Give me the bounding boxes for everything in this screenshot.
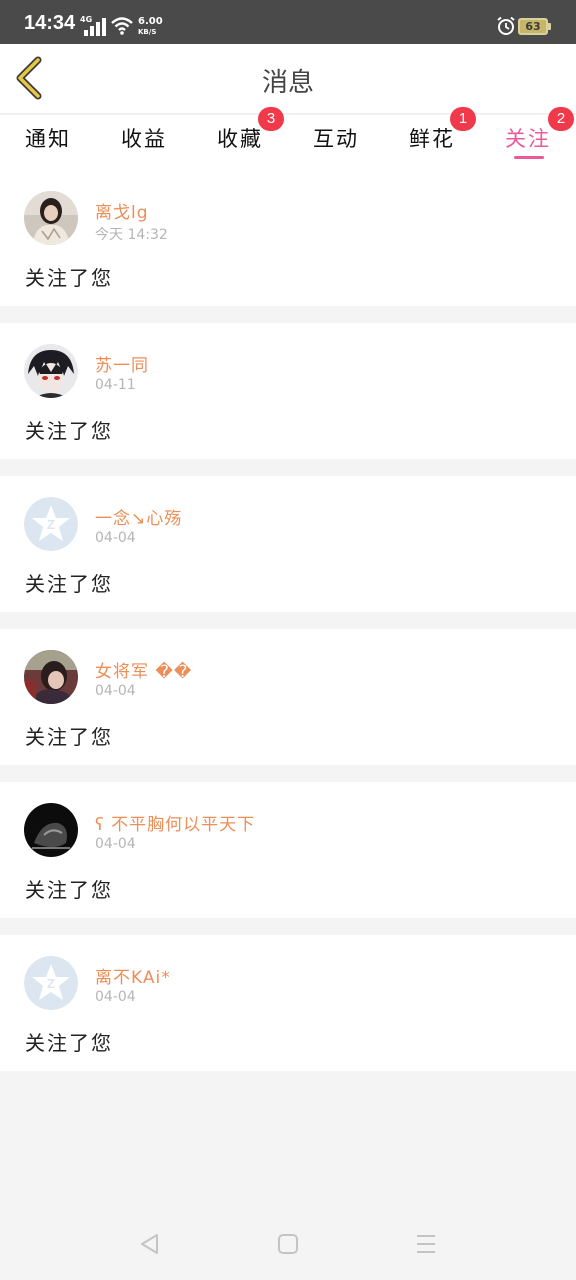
tab-interaction[interactable]: 互动 (288, 115, 384, 170)
timestamp: 04-04 (95, 836, 136, 852)
list-item[interactable]: Z 一念↘心殇 04-04 关注了您 (0, 476, 576, 612)
system-nav-bar (0, 1210, 576, 1280)
timestamp: 04-04 (95, 683, 136, 699)
unread-badge: 2 (548, 107, 574, 131)
avatar[interactable] (24, 191, 78, 245)
nav-home-button[interactable] (277, 1232, 299, 1260)
network-speed: 6.00 KB/S (138, 17, 163, 37)
square-home-icon (278, 1234, 298, 1254)
username[interactable]: ʕ 不平胸何以平天下 (95, 810, 255, 835)
timestamp: 04-04 (95, 530, 136, 546)
notification-text: 关注了您 (25, 572, 113, 596)
speed-value: 6.00 (138, 16, 163, 27)
tab-follow[interactable]: 关注 2 (480, 107, 576, 170)
menu-lines-icon (417, 1235, 435, 1253)
username[interactable]: 离不KAi* (95, 963, 171, 988)
username[interactable]: 苏一同 (95, 351, 149, 376)
wifi-icon (110, 16, 134, 40)
default-avatar-icon[interactable]: Z (24, 956, 78, 1010)
username[interactable]: 一念↘心殇 (95, 504, 182, 529)
notification-text: 关注了您 (25, 419, 113, 443)
active-tab-indicator (514, 156, 544, 159)
timestamp: 04-11 (95, 377, 136, 393)
username[interactable]: 离戈lg (95, 198, 149, 223)
list-item[interactable]: 女将军 �� 04-04 关注了您 (0, 629, 576, 765)
status-bar: 14:34 4G 6.00 KB/S 63 (0, 0, 576, 44)
notification-text: 关注了您 (25, 1031, 113, 1055)
list-item[interactable]: 离戈lg 今天 14:32 关注了您 (0, 170, 576, 306)
signal-icon (84, 18, 106, 36)
header: 消息 (0, 44, 576, 114)
svg-text:Z: Z (47, 976, 55, 991)
nav-menu-button[interactable] (415, 1232, 437, 1260)
tab-favorites[interactable]: 收藏 3 (192, 107, 288, 170)
timestamp: 04-04 (95, 989, 136, 1005)
avatar[interactable] (24, 344, 78, 398)
notification-text: 关注了您 (25, 878, 113, 902)
tab-income[interactable]: 收益 (96, 115, 192, 170)
tab-label: 互动 (313, 127, 359, 151)
page-title: 消息 (261, 68, 314, 98)
speed-unit: KB/S (138, 28, 157, 36)
unread-badge: 1 (450, 107, 476, 131)
tab-bar: 通知 收益 收藏 3 互动 鲜花 1 关注 2 (0, 107, 576, 170)
list-item[interactable]: Z 离不KAi* 04-04 关注了您 (0, 935, 576, 1071)
default-avatar-icon[interactable]: Z (24, 497, 78, 551)
alarm-icon (496, 16, 516, 40)
battery-icon: 63 (518, 18, 551, 35)
tab-flowers[interactable]: 鲜花 1 (384, 107, 480, 170)
nav-back-button[interactable] (138, 1232, 160, 1260)
tab-label: 收益 (121, 127, 167, 151)
tab-notice[interactable]: 通知 (0, 115, 96, 170)
triangle-back-icon (141, 1234, 158, 1254)
svg-text:Z: Z (47, 517, 55, 532)
status-time: 14:34 (24, 12, 76, 34)
notification-list: 离戈lg 今天 14:32 关注了您 苏一同 04-11 关注了您 Z 一念↘心… (0, 170, 576, 1088)
timestamp: 今天 14:32 (95, 227, 168, 243)
tab-label: 通知 (25, 127, 71, 151)
notification-text: 关注了您 (25, 266, 113, 290)
unread-badge: 3 (258, 107, 284, 131)
list-item[interactable]: 苏一同 04-11 关注了您 (0, 323, 576, 459)
username[interactable]: 女将军 �� (95, 657, 192, 682)
notification-text: 关注了您 (25, 725, 113, 749)
list-item[interactable]: ʕ 不平胸何以平天下 04-04 关注了您 (0, 782, 576, 918)
avatar[interactable] (24, 650, 78, 704)
avatar[interactable] (24, 803, 78, 857)
